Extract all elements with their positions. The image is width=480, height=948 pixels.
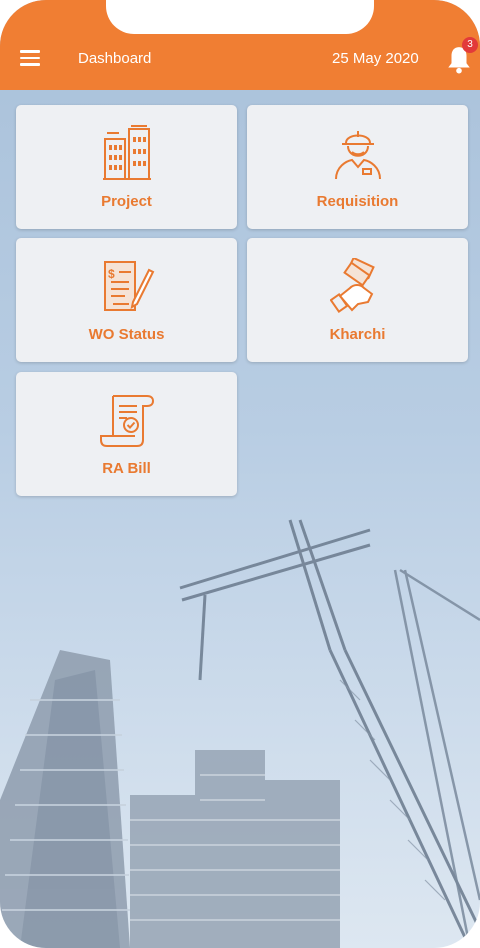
- app-header: Dashboard 25 May 2020 3: [0, 0, 480, 90]
- worker-icon: [334, 131, 381, 180]
- tile-kharchi[interactable]: Kharchi: [247, 238, 468, 362]
- svg-text:$: $: [108, 267, 115, 281]
- tile-label: RA Bill: [102, 460, 151, 477]
- construction-background-image: [0, 519, 480, 948]
- hamburger-menu-icon[interactable]: [20, 50, 42, 70]
- tile-ra-bill[interactable]: RA Bill: [16, 372, 237, 496]
- tile-label: Requisition: [316, 193, 399, 210]
- buildings-icon: [102, 125, 151, 180]
- phone-screen: Dashboard 25 May 2020 3 Project Requisit…: [0, 0, 480, 948]
- device-notch: [106, 0, 374, 34]
- current-date: 25 May 2020: [332, 50, 419, 67]
- tile-label: Kharchi: [329, 326, 386, 343]
- tile-label: WO Status: [88, 326, 165, 343]
- hand-money-icon: [329, 258, 375, 313]
- tile-wo-status[interactable]: $ WO Status: [16, 238, 237, 362]
- page-title: Dashboard: [78, 50, 152, 67]
- tile-label: Project: [101, 193, 152, 210]
- tile-requisition[interactable]: Requisition: [247, 105, 468, 229]
- tile-project[interactable]: Project: [16, 105, 237, 229]
- document-pen-icon: $: [103, 261, 154, 311]
- notification-badge: 3: [462, 37, 478, 53]
- scroll-check-icon: [99, 395, 154, 447]
